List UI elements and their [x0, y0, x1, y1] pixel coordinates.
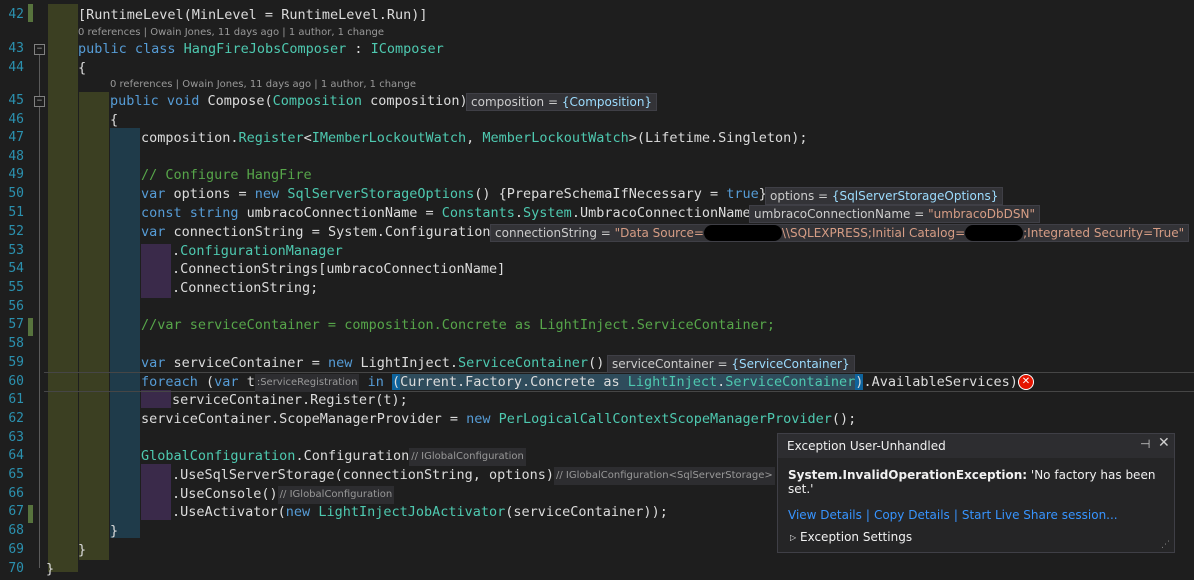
- code-line-69[interactable]: }: [78, 541, 86, 559]
- line-number: 48: [8, 149, 24, 164]
- indent-guide: [110, 128, 140, 538]
- code-line-65[interactable]: .UseSqlServerStorage(connectionString, o…: [172, 466, 775, 485]
- change-marker: [28, 505, 33, 523]
- inline-type-hint: // IGlobalConfiguration: [277, 486, 395, 504]
- indent-guide: [141, 464, 171, 520]
- exception-helper-popup[interactable]: Exception User-Unhandled ⊣ ✕ System.Inva…: [777, 433, 1175, 553]
- change-marker: [28, 4, 33, 22]
- line-number: 43: [8, 41, 24, 56]
- exception-links: View Details | Copy Details | Start Live Sha…: [788, 508, 1118, 522]
- datatip-service-container[interactable]: serviceContainer = {ServiceContainer}: [607, 355, 855, 373]
- line-number: 46: [8, 112, 24, 127]
- code-line-61[interactable]: serviceContainer.Register(t);: [172, 391, 408, 409]
- resize-grip-icon[interactable]: ⋰: [1161, 540, 1170, 550]
- line-number: 55: [8, 280, 24, 295]
- view-details-link[interactable]: View Details: [788, 508, 862, 522]
- line-number: 50: [8, 186, 24, 201]
- line-number: 69: [8, 542, 24, 557]
- line-number: 67: [8, 504, 24, 519]
- line-number: 47: [8, 130, 24, 145]
- line-number: 64: [8, 448, 24, 463]
- pin-icon[interactable]: ⊣: [1140, 437, 1150, 451]
- line-number: 52: [8, 224, 24, 239]
- indent-guide: [141, 390, 171, 408]
- collapse-icon[interactable]: −: [34, 96, 45, 107]
- exception-title: Exception User-Unhandled: [778, 434, 1174, 458]
- inline-type-hint: // IGlobalConfiguration<SqlServerStorage…: [554, 467, 775, 485]
- code-line-44[interactable]: {: [78, 59, 86, 77]
- change-marker: [28, 318, 33, 336]
- indent-guide: [141, 244, 171, 298]
- line-number: 59: [8, 355, 24, 370]
- line-number: 65: [8, 467, 24, 482]
- line-number: 45: [8, 93, 24, 108]
- exception-message: System.InvalidOperationException: 'No fa…: [788, 468, 1156, 496]
- expand-triangle-icon: ▷: [790, 533, 797, 542]
- line-number: 70: [8, 561, 24, 576]
- code-line-68[interactable]: }: [110, 522, 118, 540]
- line-number: 53: [8, 243, 24, 258]
- code-line-55[interactable]: .ConnectionString;: [172, 279, 318, 297]
- code-line-49[interactable]: // Configure HangFire: [141, 166, 312, 184]
- code-line-45[interactable]: public void Compose(Composition composit…: [110, 92, 468, 110]
- code-line-66[interactable]: .UseConsole()// IGlobalConfiguration: [172, 485, 395, 504]
- code-line-59[interactable]: var serviceContainer = new LightInject.S…: [141, 354, 612, 372]
- code-line-62[interactable]: serviceContainer.ScopeManagerProvider = …: [141, 410, 856, 428]
- code-line-57[interactable]: //var serviceContainer = composition.Con…: [141, 316, 775, 334]
- indent-guide: [79, 92, 109, 560]
- code-line-50[interactable]: var options = new SqlServerStorageOption…: [141, 185, 775, 203]
- line-number: 56: [8, 299, 24, 314]
- line-number: 63: [8, 430, 24, 445]
- indent-guide: [48, 4, 78, 572]
- error-icon[interactable]: ✕: [1018, 374, 1034, 390]
- line-number: 61: [8, 392, 24, 407]
- code-line-43[interactable]: public class HangFireJobsComposer : ICom…: [78, 40, 444, 58]
- datatip-options[interactable]: options = {SqlServerStorageOptions}: [765, 187, 1004, 205]
- redaction: [703, 225, 782, 241]
- live-share-link[interactable]: Start Live Share session...: [962, 508, 1118, 522]
- exception-settings-expander[interactable]: ▷ Exception Settings: [790, 530, 912, 544]
- line-number: 68: [8, 523, 24, 538]
- line-number: 62: [8, 411, 24, 426]
- code-line-52[interactable]: var connectionString = System.Configurat…: [141, 223, 491, 241]
- code-line-54[interactable]: .ConnectionStrings[umbracoConnectionName…: [172, 260, 505, 278]
- line-number: 44: [8, 60, 24, 75]
- link-separator: |: [953, 508, 958, 522]
- code-line-64[interactable]: GlobalConfiguration.Configuration// IGlo…: [141, 447, 526, 466]
- code-line-47[interactable]: composition.Register<IMemberLockoutWatch…: [141, 129, 808, 147]
- datatip-composition[interactable]: composition = {Composition}: [466, 93, 658, 111]
- code-line-60[interactable]: foreach (var t:ServiceRegistration in (C…: [141, 373, 1018, 392]
- datatip-umbraco-connection-name[interactable]: umbracoConnectionName = "umbracoDbDSN": [749, 205, 1040, 223]
- code-line-42[interactable]: [RuntimeLevel(MinLevel = RuntimeLevel.Ru…: [78, 6, 428, 24]
- line-number: 58: [8, 336, 24, 351]
- fold-line: [39, 55, 40, 568]
- inline-type-hint: :ServiceRegistration: [254, 374, 360, 392]
- code-line-46[interactable]: {: [110, 111, 118, 129]
- code-line-51[interactable]: const string umbracoConnectionName = Con…: [141, 204, 759, 222]
- code-line-53[interactable]: .ConfigurationManager: [172, 242, 343, 260]
- codelens-method[interactable]: 0 references | Owain Jones, 11 days ago …: [110, 79, 416, 90]
- code-line-70[interactable]: }: [46, 560, 54, 578]
- codelens-class[interactable]: 0 references | Owain Jones, 11 days ago …: [78, 27, 384, 38]
- datatip-connection-string[interactable]: connectionString = "Data Source= \\SQLEXP…: [490, 224, 1190, 242]
- line-number: 42: [8, 7, 24, 22]
- line-number: 60: [8, 374, 24, 389]
- copy-details-link[interactable]: Copy Details: [874, 508, 950, 522]
- redaction: [965, 225, 1024, 241]
- line-number: 66: [8, 486, 24, 501]
- close-icon[interactable]: ✕: [1158, 435, 1170, 451]
- code-line-67[interactable]: .UseActivator(new LightInjectJobActivato…: [172, 503, 668, 521]
- collapse-icon[interactable]: −: [34, 44, 45, 55]
- inline-type-hint: // IGlobalConfiguration: [409, 448, 526, 466]
- line-number: 57: [8, 317, 24, 332]
- line-number: 54: [8, 261, 24, 276]
- link-separator: |: [865, 508, 870, 522]
- line-number: 49: [8, 167, 24, 182]
- line-number: 51: [8, 205, 24, 220]
